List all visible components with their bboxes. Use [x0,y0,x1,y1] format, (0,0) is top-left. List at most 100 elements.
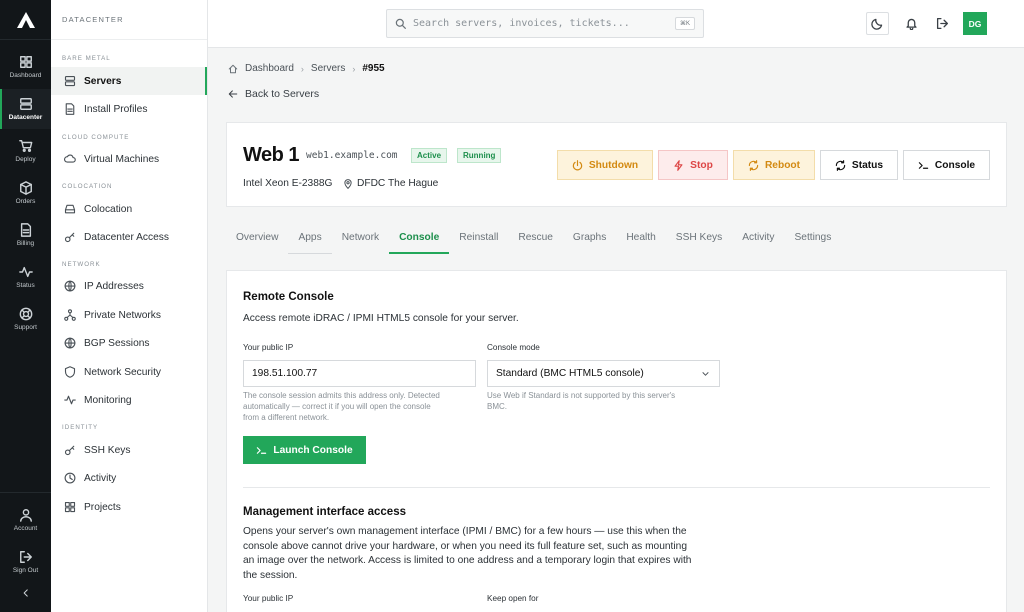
grid-icon [64,501,76,513]
cloud-icon [64,154,76,163]
tab-health[interactable]: Health [616,226,665,254]
breadcrumb-servers[interactable]: Servers [311,63,345,74]
section-label: IDENTITY [62,424,99,431]
back-link[interactable]: Back to Servers [228,88,319,100]
avatar[interactable]: DG [963,12,987,35]
sidebar-item-ip-addresses[interactable]: IP Addresses [51,272,207,300]
location-pin-icon [344,178,352,189]
reboot-icon [748,159,759,171]
sidebar-item-network-security[interactable]: Network Security [51,358,207,386]
console-button-label: Console [934,159,976,171]
tab-activity[interactable]: Activity [732,226,784,254]
shield-icon [64,366,76,378]
rail-sign-out[interactable]: Sign Out [0,542,51,582]
tab-console[interactable]: Console [389,226,450,254]
breadcrumb-separator: › [352,63,356,74]
home-icon [228,64,238,73]
rail-datacenter[interactable]: Datacenter [0,89,51,129]
sidebar-item-projects[interactable]: Projects [51,493,207,521]
breadcrumb-current: #955 [362,63,385,74]
sidebar-item-bgp-sessions[interactable]: BGP Sessions [51,329,207,357]
tab-network[interactable]: Network [332,226,389,254]
tab-overview[interactable]: Overview [226,226,288,254]
rail-label: Billing [16,240,35,247]
sidebar-item-install-profiles[interactable]: Install Profiles [51,95,207,123]
reboot-button-label: Reboot [764,159,801,171]
globe-icon [64,280,76,292]
sidebar-item-label: Network Security [84,366,161,378]
network-icon [64,309,76,321]
rail-orders[interactable]: Orders [0,173,51,213]
stop-button[interactable]: Stop [658,150,728,180]
public-ip-input[interactable]: 198.51.100.77 [243,360,476,387]
help-line: BMC. [487,402,507,411]
shutdown-button[interactable]: Shutdown [557,150,653,180]
rail-collapse[interactable] [0,578,51,608]
sidebar-item-label: Virtual Machines [84,153,160,165]
power-icon [572,159,583,170]
section-label: BARE METAL [62,55,111,62]
console-mode-select[interactable]: Standard (BMC HTML5 console) [487,360,720,387]
public-ip-value: 198.51.100.77 [252,368,318,379]
user-icon [19,509,32,522]
pulse-icon [18,266,33,278]
sidebar-item-label: SSH Keys [84,444,131,456]
rail-label: Orders [15,198,36,205]
breadcrumb-dashboard[interactable]: Dashboard [245,63,294,74]
tab-reinstall[interactable]: Reinstall [449,226,508,254]
sidebar-item-private-networks[interactable]: Private Networks [51,301,207,329]
help-line: The console session admits this address … [243,391,440,400]
moon-icon [871,18,883,30]
rail-dashboard[interactable]: Dashboard [0,47,51,87]
sign-out-icon [936,17,949,30]
status-badge-running: Running [457,148,502,163]
sidebar-item-label: Projects [84,501,121,513]
search-input[interactable]: Search servers, invoices, tickets... ⌘K [386,9,704,38]
rail-deploy[interactable]: Deploy [0,131,51,171]
status-button-label: Status [851,159,884,171]
terminal-icon [918,161,929,169]
theme-toggle-button[interactable] [866,12,889,35]
brand-logo[interactable] [0,0,51,40]
server-icon [19,98,32,110]
key-icon [64,445,75,456]
console-button[interactable]: Console [903,150,990,180]
sidebar-item-ssh-keys[interactable]: SSH Keys [51,436,207,464]
rail-divider [0,492,51,493]
rail-account[interactable]: Account [0,500,51,540]
app-rail: Dashboard Datacenter Deploy Orders Billi… [0,0,51,612]
public-ip-label: Your public IP [243,343,294,352]
sidebar-item-datacenter-access[interactable]: Datacenter Access [51,223,207,251]
remote-console-card: Remote Console Access remote iDRAC / IPM… [226,270,1007,612]
tab-rescue[interactable]: Rescue [508,226,563,254]
file-icon [65,103,75,115]
sidebar-item-servers[interactable]: Servers [51,67,207,95]
section-label: NETWORK [62,261,101,268]
sidebar-item-monitoring[interactable]: Monitoring [51,386,207,414]
launch-console-button[interactable]: Launch Console [243,436,366,464]
rail-status[interactable]: Status [0,257,51,297]
rail-label: Status [16,282,35,289]
status-button[interactable]: Status [820,150,898,180]
notifications-button[interactable] [900,12,923,35]
sign-out-button[interactable] [931,12,954,35]
rail-support[interactable]: Support [0,299,51,339]
rail-billing[interactable]: Billing [0,215,51,255]
rail-label: Support [14,324,37,331]
sidebar-item-colocation[interactable]: Colocation [51,195,207,223]
public-ip-help: The console session admits this address … [243,390,483,423]
arrow-left-icon [228,90,238,98]
terminal-icon [257,446,267,454]
tab-ssh-keys[interactable]: SSH Keys [666,226,732,254]
tab-graphs[interactable]: Graphs [563,226,616,254]
lightning-icon [674,159,683,171]
tab-apps[interactable]: Apps [288,226,332,254]
sidebar-item-activity[interactable]: Activity [51,464,207,492]
reboot-button[interactable]: Reboot [733,150,815,180]
chevron-left-icon [23,589,28,597]
sidebar-item-virtual-machines[interactable]: Virtual Machines [51,145,207,173]
server-icon [64,75,76,87]
globe-icon [64,337,76,349]
grid-icon [19,56,32,68]
tab-settings[interactable]: Settings [784,226,841,254]
